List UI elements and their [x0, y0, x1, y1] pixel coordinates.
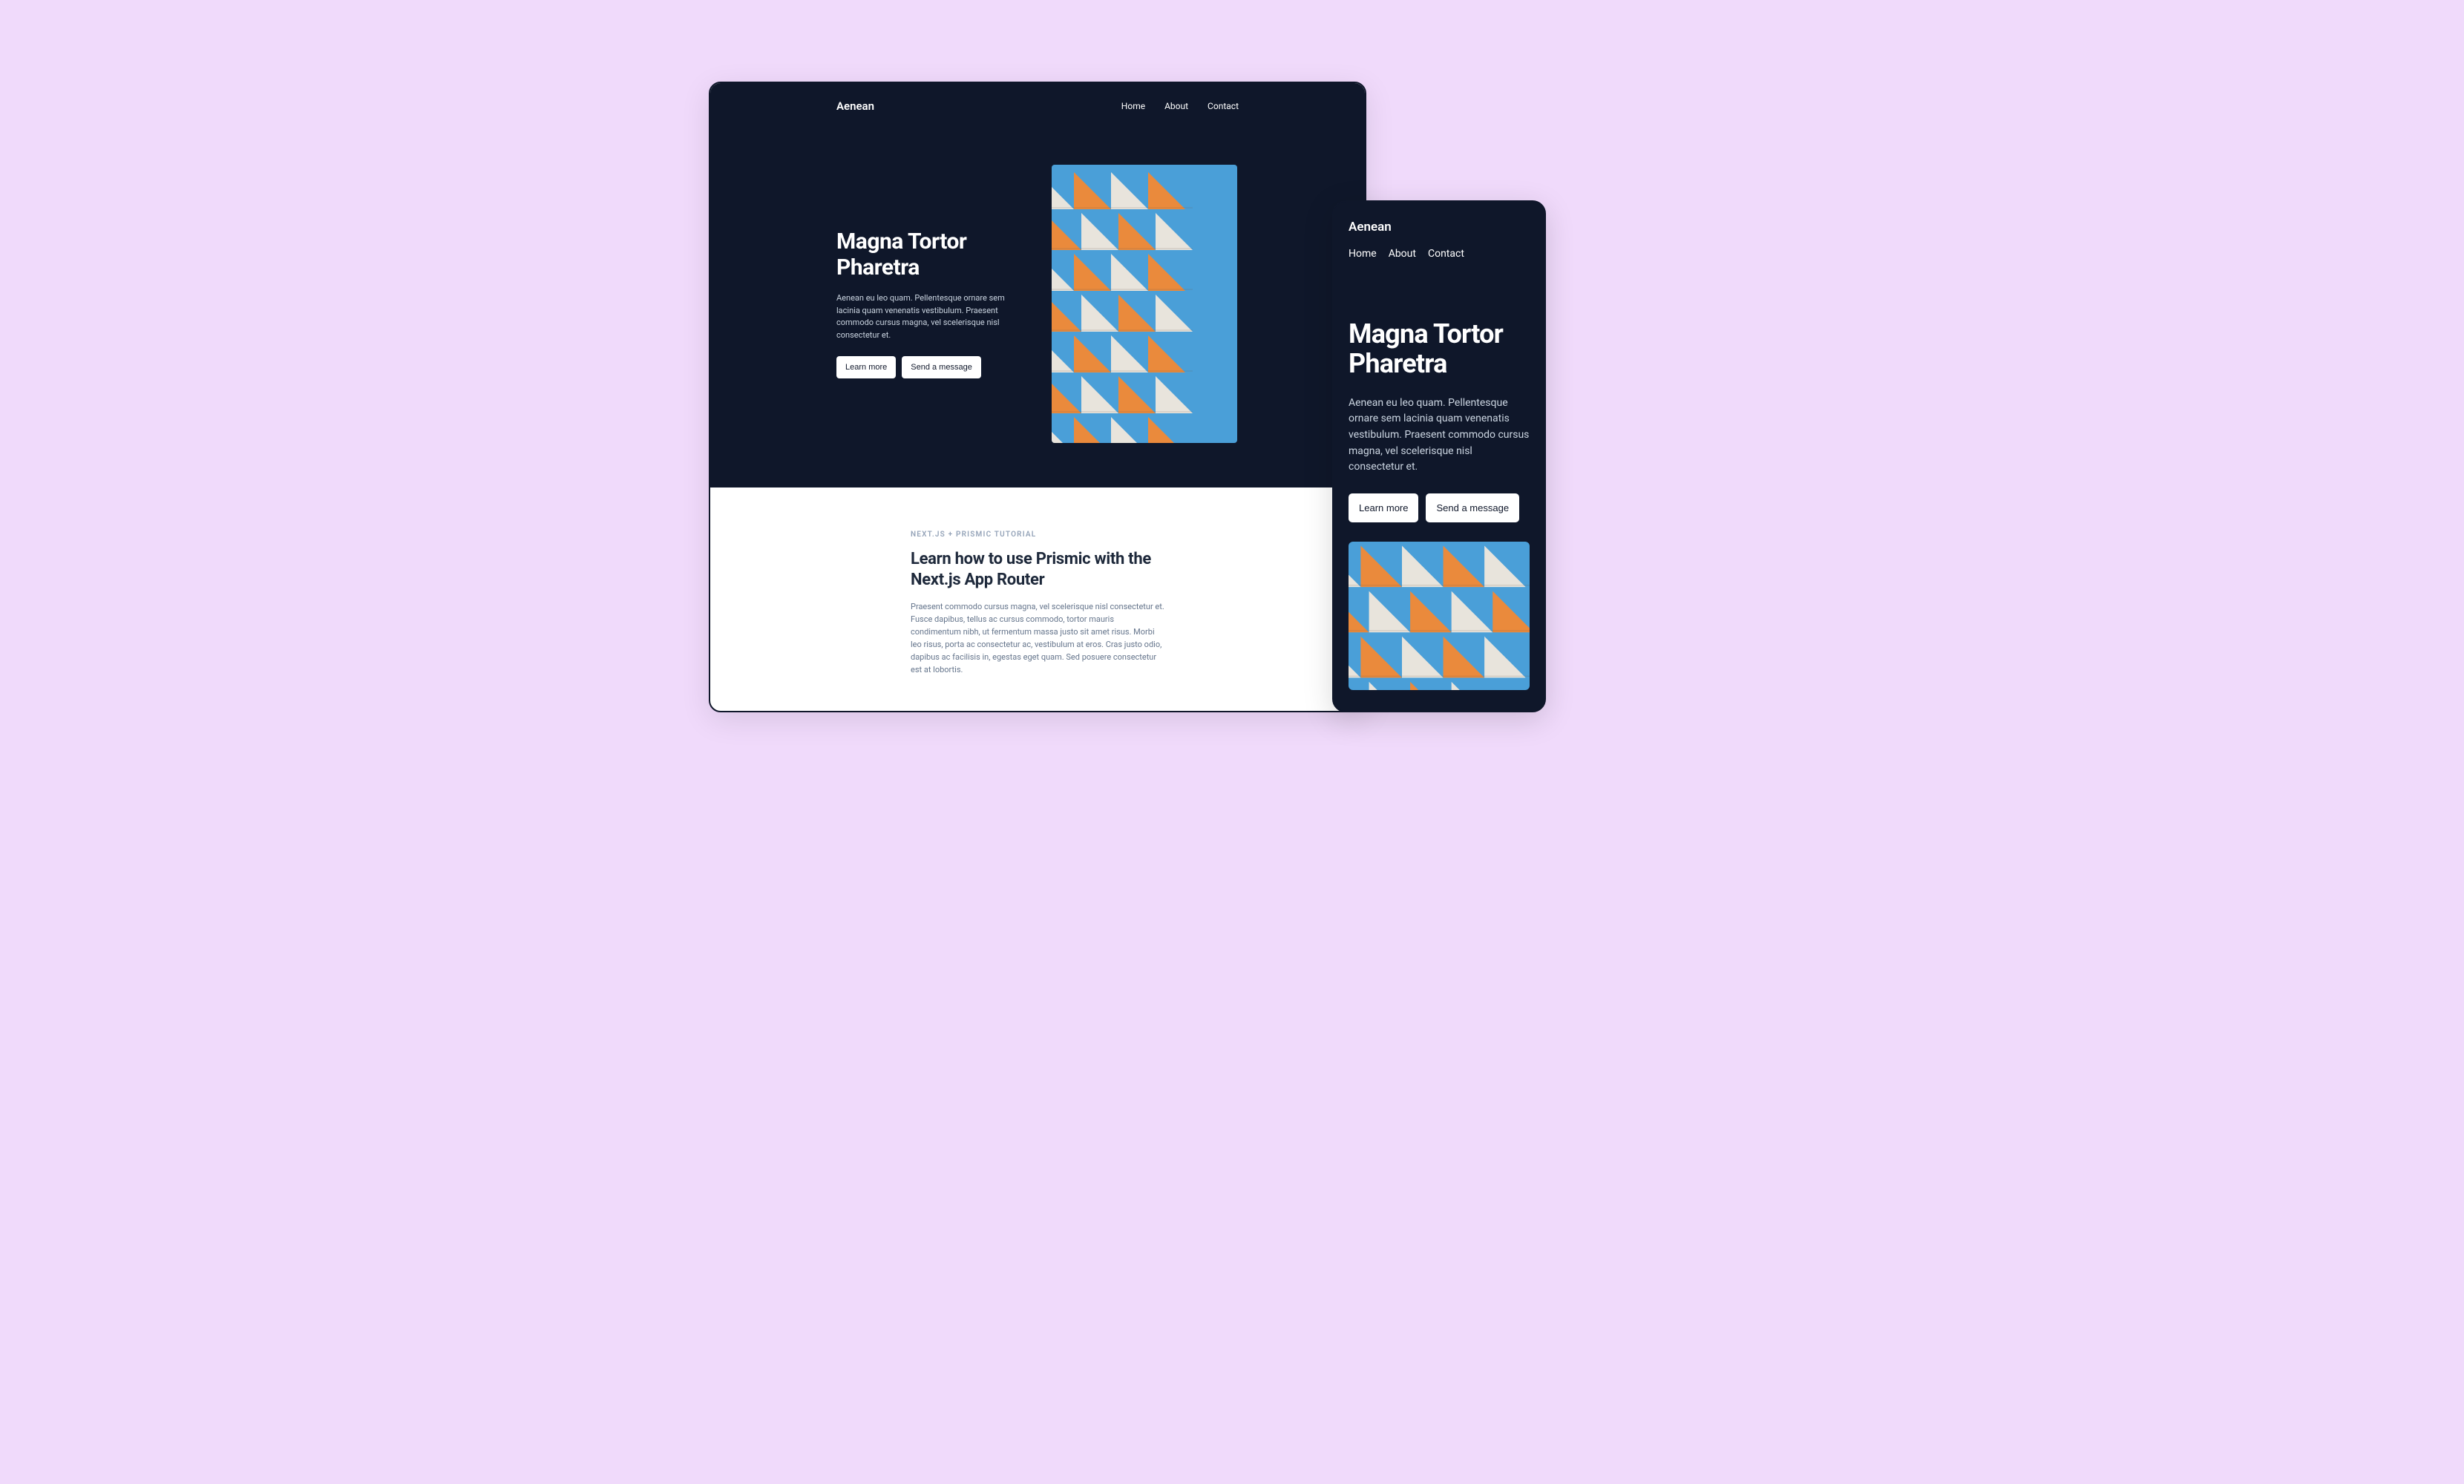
- nav-link-contact[interactable]: Contact: [1208, 101, 1239, 111]
- nav-links: Home About Contact: [1121, 101, 1239, 111]
- hero-content: Magna Tortor Pharetra Aenean eu leo quam…: [836, 165, 1239, 443]
- building-illustration-icon: [1052, 165, 1237, 443]
- nav-link-home[interactable]: Home: [1349, 248, 1377, 260]
- hero-title: Magna Tortor Pharetra: [836, 229, 1022, 280]
- top-nav: Aenean Home About Contact: [836, 99, 1239, 165]
- hero-image: [1349, 542, 1530, 690]
- send-message-button[interactable]: Send a message: [902, 356, 981, 378]
- brand-logo[interactable]: Aenean: [1349, 220, 1530, 234]
- hero-button-group: Learn more Send a message: [1349, 493, 1530, 522]
- hero-description: Aenean eu leo quam. Pellentesque ornare …: [836, 292, 1022, 341]
- hero-text-block: Magna Tortor Pharetra Aenean eu leo quam…: [836, 229, 1022, 378]
- hero-description: Aenean eu leo quam. Pellentesque ornare …: [1349, 395, 1530, 476]
- article-title: Learn how to use Prismic with the Next.j…: [911, 549, 1164, 590]
- hero-title: Magna Tortor Pharetra: [1349, 319, 1530, 379]
- learn-more-button[interactable]: Learn more: [836, 356, 896, 378]
- mobile-hero-section: Aenean Home About Contact Magna Tortor P…: [1334, 202, 1544, 690]
- learn-more-button[interactable]: Learn more: [1349, 493, 1418, 522]
- article-eyebrow: NEXT.JS + PRISMIC TUTORIAL: [911, 531, 1164, 539]
- mobile-preview-frame: Aenean Home About Contact Magna Tortor P…: [1332, 200, 1546, 712]
- article-body: Praesent commodo cursus magna, vel scele…: [911, 600, 1164, 676]
- send-message-button[interactable]: Send a message: [1426, 493, 1519, 522]
- hero-button-group: Learn more Send a message: [836, 356, 1022, 378]
- nav-link-contact[interactable]: Contact: [1428, 248, 1464, 260]
- hero-image: [1052, 165, 1237, 443]
- nav-link-home[interactable]: Home: [1121, 101, 1145, 111]
- hero-section: Aenean Home About Contact Magna Tortor P…: [710, 83, 1365, 487]
- article-section: NEXT.JS + PRISMIC TUTORIAL Learn how to …: [710, 487, 1365, 676]
- nav-link-about[interactable]: About: [1164, 101, 1188, 111]
- nav-link-about[interactable]: About: [1389, 248, 1416, 260]
- building-illustration-icon: [1349, 542, 1530, 690]
- brand-logo[interactable]: Aenean: [836, 99, 874, 113]
- desktop-preview-frame: Aenean Home About Contact Magna Tortor P…: [709, 82, 1366, 712]
- nav-links: Home About Contact: [1349, 248, 1530, 260]
